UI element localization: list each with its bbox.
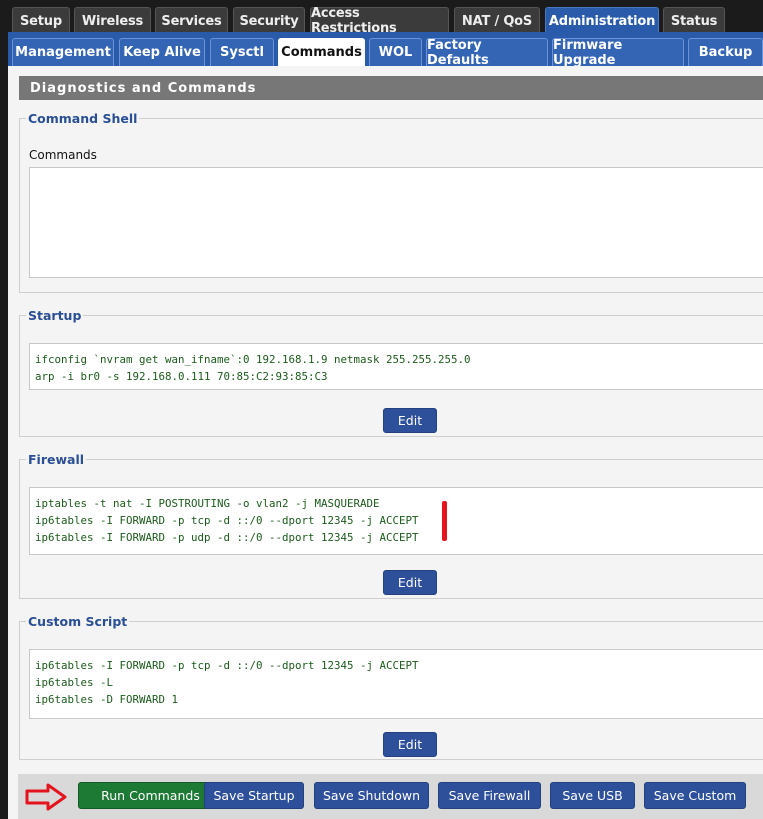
save-usb-button[interactable]: Save USB xyxy=(550,782,635,809)
startup-legend: Startup xyxy=(28,308,82,323)
firewall-line: ip6tables -I FORWARD -p udp -d ::/0 --dp… xyxy=(35,531,419,544)
firewall-fieldset: Firewall iptables -t nat -I POSTROUTING … xyxy=(19,452,763,599)
subtab-sysctl[interactable]: Sysctl xyxy=(210,38,274,66)
tab-administration[interactable]: Administration xyxy=(545,7,659,34)
firewall-line: iptables -t nat -I POSTROUTING -o vlan2 … xyxy=(35,497,380,510)
commands-textarea[interactable] xyxy=(29,167,763,278)
subtab-firmware-upgrade[interactable]: Firmware Upgrade xyxy=(552,38,684,68)
startup-line: ifconfig `nvram get wan_ifname`:0 192.16… xyxy=(35,353,471,366)
subtab-keep-alive[interactable]: Keep Alive xyxy=(119,38,205,66)
save-shutdown-button[interactable]: Save Shutdown xyxy=(314,782,429,809)
custom-script-line: ip6tables -L xyxy=(35,676,114,689)
tab-services[interactable]: Services xyxy=(155,7,228,34)
save-startup-button[interactable]: Save Startup xyxy=(204,782,304,809)
tab-nat-qos[interactable]: NAT / QoS xyxy=(454,7,540,34)
footer-bar: Run Commands Save Startup Save Shutdown … xyxy=(18,774,763,819)
top-nav: Setup Wireless Services Security Access … xyxy=(0,0,763,36)
startup-line: arp -i br0 -s 192.168.0.111 70:85:C2:93:… xyxy=(35,370,328,383)
subtab-backup[interactable]: Backup xyxy=(688,38,763,66)
firewall-edit-button[interactable]: Edit xyxy=(383,570,437,595)
firewall-legend: Firewall xyxy=(28,452,85,467)
tab-access-restrictions[interactable]: Access Restrictions xyxy=(310,6,449,36)
firewall-line: ip6tables -I FORWARD -p tcp -d ::/0 --dp… xyxy=(35,514,419,527)
commands-label: Commands xyxy=(29,148,97,162)
subtab-factory-defaults[interactable]: Factory Defaults xyxy=(426,38,548,68)
save-custom-button[interactable]: Save Custom xyxy=(644,782,746,809)
subtab-management[interactable]: Management xyxy=(12,38,114,66)
tab-wireless[interactable]: Wireless xyxy=(74,7,151,34)
red-arrow-icon xyxy=(25,783,67,811)
command-shell-legend: Command Shell xyxy=(28,111,138,126)
firewall-code: iptables -t nat -I POSTROUTING -o vlan2 … xyxy=(29,487,763,555)
save-firewall-button[interactable]: Save Firewall xyxy=(438,782,541,809)
custom-script-code: ip6tables -I FORWARD -p tcp -d ::/0 --dp… xyxy=(29,649,763,719)
tab-status[interactable]: Status xyxy=(663,7,725,34)
custom-script-edit-button[interactable]: Edit xyxy=(383,732,437,757)
tab-setup[interactable]: Setup xyxy=(12,7,70,34)
red-annotation-mark xyxy=(442,501,447,541)
run-commands-button[interactable]: Run Commands xyxy=(78,782,223,809)
sub-nav: Management Keep Alive Sysctl Commands WO… xyxy=(8,32,763,68)
startup-code: ifconfig `nvram get wan_ifname`:0 192.16… xyxy=(29,343,763,390)
startup-fieldset: Startup ifconfig `nvram get wan_ifname`:… xyxy=(19,308,763,437)
main-content: Diagnostics and Commands Command Shell C… xyxy=(8,66,763,819)
subtab-wol[interactable]: WOL xyxy=(369,38,422,66)
custom-script-line: ip6tables -I FORWARD -p tcp -d ::/0 --dp… xyxy=(35,659,419,672)
page-title: Diagnostics and Commands xyxy=(19,76,763,100)
custom-script-legend: Custom Script xyxy=(28,614,128,629)
command-shell-fieldset: Command Shell Commands xyxy=(19,111,763,293)
tab-security[interactable]: Security xyxy=(233,7,305,34)
custom-script-fieldset: Custom Script ip6tables -I FORWARD -p tc… xyxy=(19,614,763,760)
subtab-commands[interactable]: Commands xyxy=(278,38,365,66)
startup-edit-button[interactable]: Edit xyxy=(383,408,437,433)
custom-script-line: ip6tables -D FORWARD 1 xyxy=(35,693,179,706)
